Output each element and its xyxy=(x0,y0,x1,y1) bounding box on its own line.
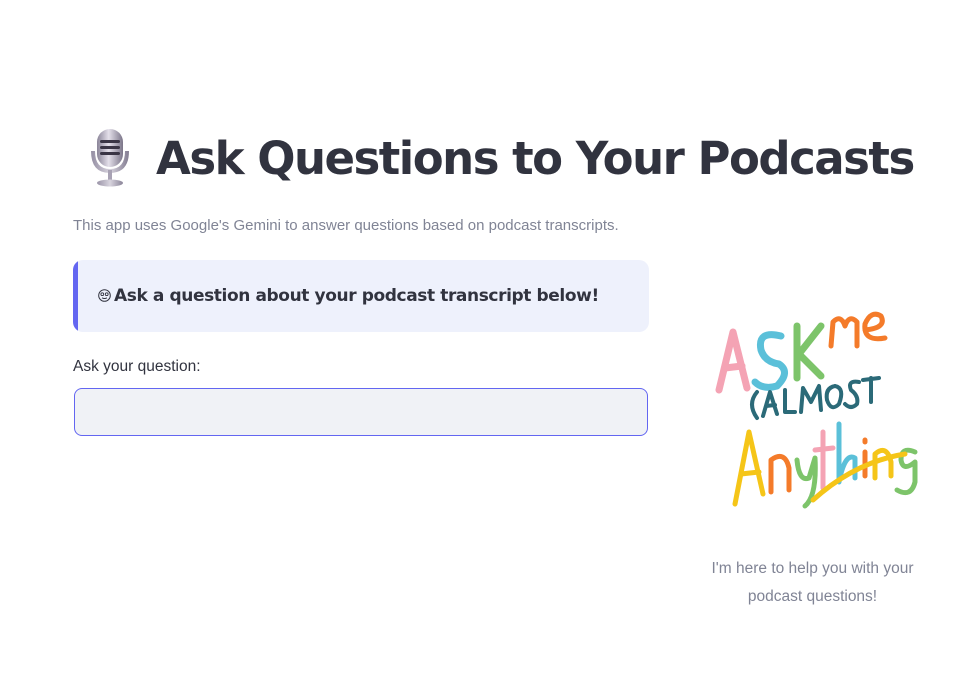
microphone-icon xyxy=(82,126,138,190)
title-row: Ask Questions to Your Podcasts xyxy=(82,122,915,194)
side-caption: I'm here to help you with your podcast q… xyxy=(711,560,914,605)
app-page: Ask Questions to Your Podcasts This app … xyxy=(0,0,977,698)
question-input[interactable] xyxy=(74,388,648,436)
info-callout: Ask a question about your podcast transc… xyxy=(73,260,649,332)
ask-me-anything-illustration xyxy=(705,292,930,517)
question-label: Ask your question: xyxy=(73,358,201,375)
callout-text: Ask a question about your podcast transc… xyxy=(114,286,599,306)
callout-content: Ask a question about your podcast transc… xyxy=(98,260,599,332)
face-with-monocle-icon xyxy=(98,288,111,304)
callout-accent-bar xyxy=(73,260,78,332)
page-title: Ask Questions to Your Podcasts xyxy=(156,131,915,185)
app-description: This app uses Google's Gemini to answer … xyxy=(73,217,619,234)
